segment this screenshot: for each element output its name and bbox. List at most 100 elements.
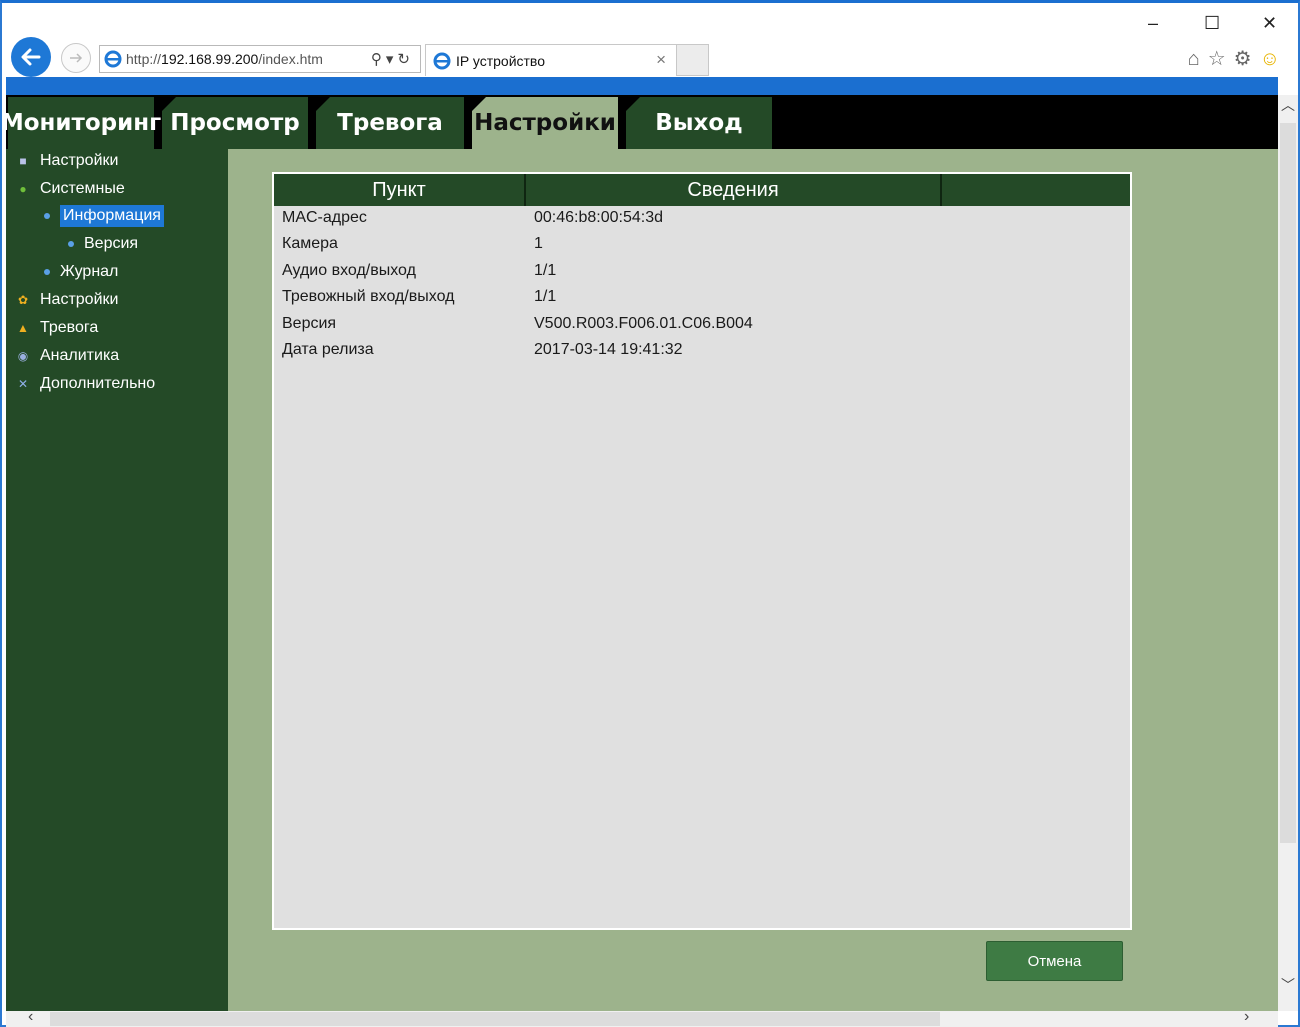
row-item: Версия bbox=[282, 315, 337, 332]
row-item: Тревожный вход/выход bbox=[282, 288, 455, 305]
sidebar-item-label: Системные bbox=[40, 180, 125, 197]
bullet-icon bbox=[44, 213, 50, 219]
top-navigation: Мониторинг Просмотр Тревога Настройки Вы… bbox=[6, 95, 1278, 149]
sidebar-item-label: Тревога bbox=[40, 319, 99, 336]
refresh-icon[interactable]: ↻ bbox=[397, 51, 414, 68]
column-header-details: Сведения bbox=[526, 174, 942, 206]
table-row: Версия V500.R003.F006.01.C06.B004 bbox=[274, 311, 1130, 337]
tab-close-icon[interactable]: × bbox=[656, 50, 666, 70]
row-value: 1/1 bbox=[534, 288, 557, 305]
tab-label: Тревога bbox=[337, 110, 443, 136]
tab-title: IP устройство bbox=[456, 52, 545, 69]
sidebar-item-version[interactable]: Версия bbox=[68, 232, 138, 256]
table-row: Дата релиза 2017-03-14 19:41:32 bbox=[274, 337, 1130, 363]
minimize-button[interactable]: – bbox=[1148, 13, 1158, 34]
table-row: MAC-адрес 00:46:b8:00:54:3d bbox=[274, 205, 1130, 231]
sidebar-item-config[interactable]: ✿ Настройки bbox=[14, 288, 118, 312]
row-value: 2017-03-14 19:41:32 bbox=[534, 341, 683, 358]
tab-monitoring[interactable]: Мониторинг bbox=[6, 97, 161, 149]
table-row: Камера 1 bbox=[274, 231, 1130, 257]
table-header: Пункт Сведения bbox=[274, 174, 1130, 206]
sidebar-item-label: Информация bbox=[60, 205, 164, 227]
scroll-right-icon[interactable]: › bbox=[1244, 1008, 1249, 1026]
browser-tab[interactable]: IP устройство × bbox=[425, 44, 677, 76]
forward-arrow-icon bbox=[70, 53, 83, 63]
sidebar-item-analytics[interactable]: ◉ Аналитика bbox=[14, 344, 119, 368]
tab-label: Выход bbox=[655, 110, 743, 136]
sidebar-item-label: Версия bbox=[84, 235, 139, 252]
sidebar-item-label: Дополнительно bbox=[40, 375, 156, 392]
sidebar: ■ Настройки ● Системные Информация Верси… bbox=[6, 149, 228, 1011]
row-value: 00:46:b8:00:54:3d bbox=[534, 209, 664, 226]
bell-icon: ▲ bbox=[17, 321, 29, 335]
sidebar-item-advanced[interactable]: ✕ Дополнительно bbox=[14, 372, 155, 396]
tab-alarm[interactable]: Тревога bbox=[316, 97, 464, 149]
address-bar[interactable]: http://192.168.99.200/index.htm ⚲▾↻ bbox=[99, 45, 421, 73]
column-header-item: Пункт bbox=[274, 174, 526, 206]
row-item: Аудио вход/выход bbox=[282, 262, 416, 279]
browser-toolbar: http://192.168.99.200/index.htm ⚲▾↻ IP у… bbox=[2, 3, 1298, 77]
web-page: Мониторинг Просмотр Тревога Настройки Вы… bbox=[6, 95, 1278, 1011]
cancel-button[interactable]: Отмена bbox=[986, 941, 1123, 981]
dropdown-icon[interactable]: ▾ bbox=[386, 51, 398, 68]
row-value: V500.R003.F006.01.C06.B004 bbox=[534, 315, 753, 332]
search-icon[interactable]: ⚲ bbox=[371, 51, 386, 68]
scroll-left-icon[interactable]: ‹ bbox=[28, 1008, 33, 1026]
back-arrow-icon bbox=[21, 48, 41, 66]
browser-tool-icons: ⌂☆⚙☺ bbox=[1188, 46, 1288, 71]
horizontal-scroll-thumb[interactable] bbox=[50, 1012, 940, 1026]
scroll-up-icon[interactable]: ︿ bbox=[1281, 95, 1295, 115]
sidebar-item-label: Журнал bbox=[60, 263, 119, 280]
sidebar-item-label: Настройки bbox=[40, 152, 119, 169]
sidebar-item-alarm[interactable]: ▲ Тревога bbox=[14, 316, 98, 340]
url-prefix: http:// bbox=[126, 51, 162, 67]
tab-label: Мониторинг bbox=[6, 110, 162, 136]
table-row: Тревожный вход/выход 1/1 bbox=[274, 284, 1130, 310]
close-window-button[interactable]: ✕ bbox=[1262, 13, 1277, 34]
row-item: Камера bbox=[282, 235, 338, 252]
tab-view[interactable]: Просмотр bbox=[162, 97, 308, 149]
tab-label: Просмотр bbox=[170, 110, 300, 136]
sidebar-item-settings[interactable]: ■ Настройки bbox=[14, 149, 118, 173]
back-button[interactable] bbox=[11, 37, 51, 77]
bullet-icon bbox=[44, 269, 50, 275]
maximize-button[interactable]: ☐ bbox=[1204, 13, 1220, 34]
sidebar-item-log[interactable]: Журнал bbox=[44, 260, 118, 284]
globe-icon: ◉ bbox=[17, 349, 29, 363]
row-item: Дата релиза bbox=[282, 341, 374, 358]
bullet-icon bbox=[68, 241, 74, 247]
info-circle-icon: ● bbox=[19, 182, 27, 196]
column-header-empty bbox=[942, 174, 1130, 206]
address-tools[interactable]: ⚲▾↻ bbox=[371, 50, 414, 68]
new-tab-button[interactable] bbox=[676, 44, 709, 76]
sidebar-item-information[interactable]: Информация bbox=[44, 204, 164, 228]
url-path: /index.htm bbox=[258, 51, 323, 67]
tools-icon: ✕ bbox=[17, 377, 29, 391]
settings-book-icon: ■ bbox=[19, 154, 27, 168]
browser-accent-strip bbox=[6, 77, 1278, 95]
tab-settings[interactable]: Настройки bbox=[472, 97, 618, 149]
scroll-down-icon[interactable]: ﹀ bbox=[1281, 975, 1295, 995]
gear-icon: ✿ bbox=[17, 293, 29, 307]
horizontal-scrollbar[interactable]: ‹ › bbox=[6, 1008, 1278, 1027]
settings-gear-icon[interactable]: ⚙ bbox=[1234, 48, 1260, 70]
vertical-scrollbar[interactable]: ︿ ﹀ bbox=[1278, 95, 1298, 1011]
ie-logo-icon bbox=[433, 52, 451, 69]
sidebar-item-label: Аналитика bbox=[40, 347, 120, 364]
row-value: 1/1 bbox=[534, 262, 557, 279]
home-icon[interactable]: ⌂ bbox=[1188, 48, 1208, 70]
sidebar-item-system[interactable]: ● Системные bbox=[14, 177, 125, 201]
ie-logo-icon bbox=[104, 50, 122, 68]
sidebar-item-label: Настройки bbox=[40, 291, 119, 308]
favorites-star-icon[interactable]: ☆ bbox=[1208, 48, 1234, 70]
row-item: MAC-адрес bbox=[282, 209, 367, 226]
vertical-scroll-thumb[interactable] bbox=[1280, 123, 1296, 843]
url-host: 192.168.99.200 bbox=[161, 51, 259, 67]
forward-button[interactable] bbox=[61, 43, 91, 73]
info-table-panel: Пункт Сведения MAC-адрес 00:46:b8:00:54:… bbox=[272, 172, 1132, 930]
smiley-feedback-icon[interactable]: ☺ bbox=[1260, 48, 1288, 70]
tab-label: Настройки bbox=[474, 110, 616, 136]
row-value: 1 bbox=[534, 235, 543, 252]
table-row: Аудио вход/выход 1/1 bbox=[274, 258, 1130, 284]
tab-exit[interactable]: Выход bbox=[626, 97, 772, 149]
